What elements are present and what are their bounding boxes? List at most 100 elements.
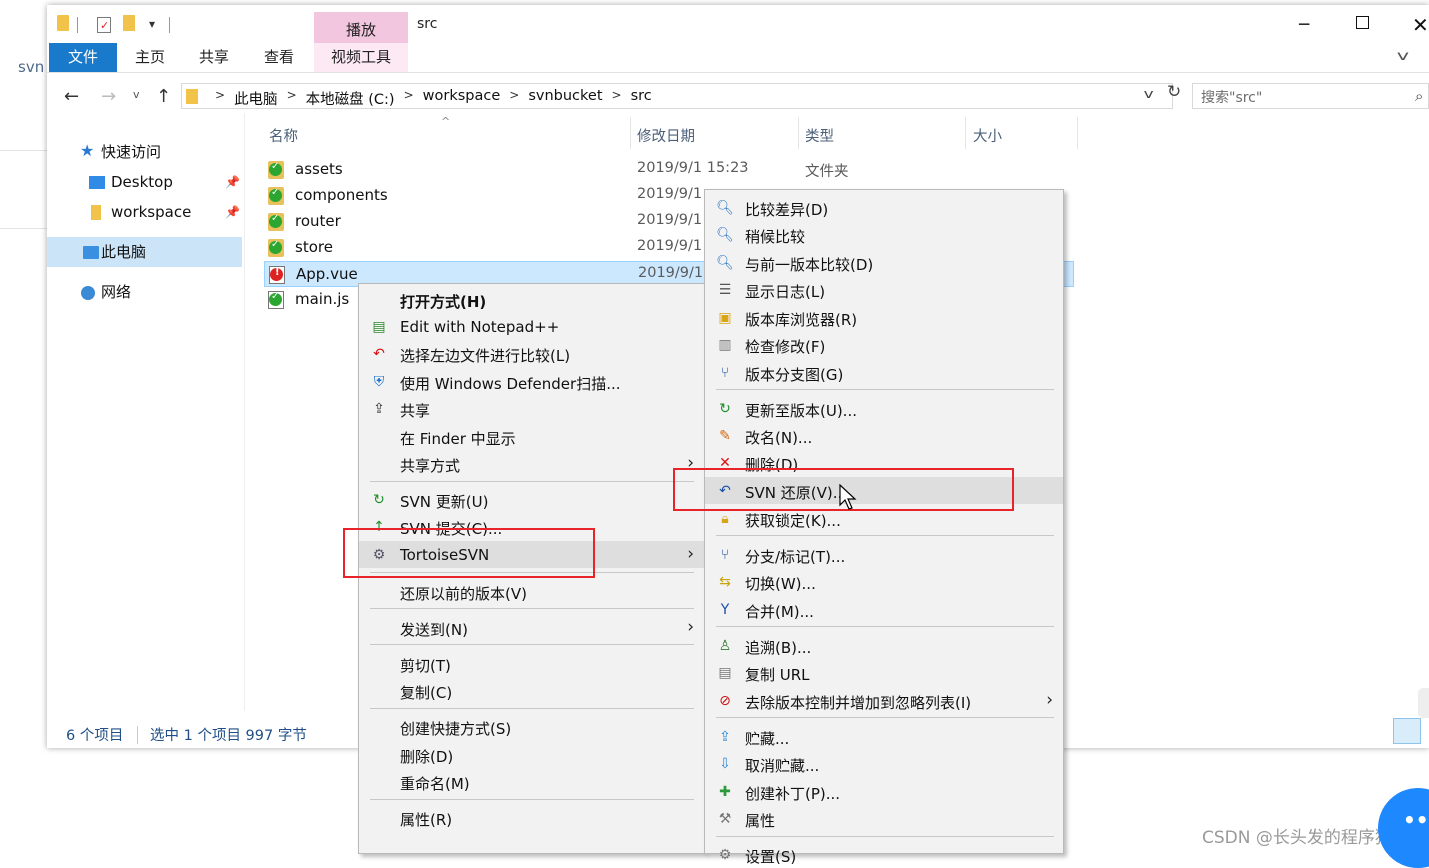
menu-item-copy[interactable]: 复制(C) — [359, 677, 704, 704]
menu-item-svn-update[interactable]: ↻ SVN 更新(U) — [359, 486, 704, 513]
new-folder-icon[interactable] — [123, 15, 135, 31]
menu-item-label: 取消贮藏... — [745, 757, 820, 775]
svn-item-rename[interactable]: ✎ 改名(N)... — [705, 422, 1063, 449]
tab-share[interactable]: 共享 — [187, 43, 241, 72]
svn-item-shelve[interactable]: ⇪ 贮藏... — [705, 723, 1063, 750]
search-input[interactable]: 搜索"src" — [1201, 87, 1262, 107]
svn-item-properties[interactable]: ⚒ 属性 — [705, 805, 1063, 832]
magnifier-icon: 🔍︎ — [716, 227, 734, 243]
menu-item-create-shortcut[interactable]: 创建快捷方式(S) — [359, 713, 704, 740]
back-arrow-icon[interactable]: ← — [64, 86, 79, 107]
column-size[interactable]: 大小 — [973, 125, 1002, 146]
svn-item-diff-previous[interactable]: 🔍︎ 与前一版本比较(D) — [705, 249, 1063, 276]
breadcrumb-this-pc[interactable]: 此电脑 — [234, 88, 278, 109]
svn-item-repo-browser[interactable]: ▣ 版本库浏览器(R) — [705, 304, 1063, 331]
breadcrumb-src[interactable]: src — [631, 88, 652, 109]
svn-item-show-log[interactable]: ☰ 显示日志(L) — [705, 276, 1063, 303]
menu-item-open-with[interactable]: 打开方式(H) — [359, 286, 704, 313]
menu-divider — [370, 799, 694, 800]
folder-icon[interactable] — [57, 15, 69, 31]
file-name: main.js — [295, 290, 350, 308]
tab-video-tools[interactable]: 视频工具 — [314, 43, 408, 72]
unshelve-icon: ⇩ — [719, 756, 731, 772]
breadcrumb-workspace[interactable]: workspace — [423, 88, 501, 109]
breadcrumb-separator[interactable]: > — [404, 88, 414, 109]
menu-item-label: 与前一版本比较(D) — [745, 256, 874, 274]
properties-check-icon[interactable]: ✓ — [97, 17, 111, 33]
menu-item-label: 选择左边文件进行比较(L) — [400, 347, 571, 365]
quick-access-dropdown-icon[interactable]: ▾ — [149, 17, 155, 31]
menu-item-delete[interactable]: 删除(D) — [359, 741, 704, 768]
svn-item-create-patch[interactable]: ✚ 创建补丁(P)... — [705, 778, 1063, 805]
svn-item-branch-tag[interactable]: ⑂ 分支/标记(T)... — [705, 541, 1063, 568]
breadcrumb-svnbucket[interactable]: svnbucket — [528, 88, 602, 109]
recent-locations-icon[interactable]: v — [133, 88, 140, 101]
nav-workspace[interactable]: workspace 📌 — [47, 197, 242, 227]
menu-item-share-with[interactable]: 共享方式 › — [359, 450, 704, 477]
close-button[interactable]: ✕ — [1412, 13, 1429, 37]
breadcrumb-separator[interactable]: > — [287, 88, 297, 109]
svn-item-diff-later[interactable]: 🔍︎ 稍候比较 — [705, 221, 1063, 248]
menu-item-notepad[interactable]: ▤ Edit with Notepad++ — [359, 313, 704, 340]
minimize-button[interactable]: ─ — [1299, 15, 1309, 35]
svn-item-unshelve[interactable]: ⇩ 取消贮藏... — [705, 750, 1063, 777]
menu-item-properties[interactable]: 属性(R) — [359, 804, 704, 831]
svn-item-revision-graph[interactable]: ⑂ 版本分支图(G) — [705, 359, 1063, 386]
up-arrow-icon[interactable]: ↑ — [156, 86, 171, 107]
menu-item-share[interactable]: ⇪ 共享 — [359, 395, 704, 422]
forward-arrow-icon[interactable]: → — [101, 86, 116, 107]
nav-this-pc[interactable]: 此电脑 — [47, 237, 242, 267]
svn-item-settings[interactable]: ⚙ 设置(S) — [705, 841, 1063, 868]
column-divider[interactable] — [630, 117, 631, 149]
svn-item-check-modifications[interactable]: ▥ 检查修改(F) — [705, 331, 1063, 358]
nav-item-label: 网络 — [101, 283, 132, 301]
column-name[interactable]: 名称 — [269, 125, 298, 146]
svn-item-ignore[interactable]: ⊘ 去除版本控制并增加到忽略列表(I) › — [705, 687, 1063, 714]
nav-network[interactable]: 网络 — [47, 277, 242, 307]
computer-icon — [83, 246, 99, 259]
column-type[interactable]: 类型 — [805, 125, 834, 146]
svn-item-update-revision[interactable]: ↻ 更新至版本(U)... — [705, 395, 1063, 422]
column-divider[interactable] — [798, 117, 799, 149]
address-bar[interactable]: > 此电脑 > 本地磁盘 (C:) > workspace > svnbucke… — [181, 83, 1173, 109]
file-row[interactable]: assets 2019/9/1 15:23 文件夹 — [264, 157, 1074, 183]
details-view-icon[interactable] — [1393, 718, 1421, 744]
search-icon[interactable]: ⌕ — [1415, 87, 1423, 105]
search-box[interactable]: 搜索"src" ⌕ — [1192, 83, 1429, 109]
breadcrumb-separator[interactable]: > — [509, 88, 519, 109]
menu-item-send-to[interactable]: 发送到(N) › — [359, 614, 704, 641]
pin-icon[interactable]: 📌 — [225, 197, 240, 227]
refresh-icon[interactable]: ↻ — [1167, 82, 1181, 102]
magnifier-icon: 🔍︎ — [716, 255, 734, 271]
nav-quick-access[interactable]: ★ 快速访问 — [47, 137, 242, 167]
tab-home[interactable]: 主页 — [123, 43, 177, 72]
svn-item-diff[interactable]: 🔍︎ 比较差异(D) — [705, 194, 1063, 221]
side-scroll-tab[interactable] — [1418, 688, 1429, 718]
tab-view[interactable]: 查看 — [252, 43, 306, 72]
properties-icon: ⚒ — [718, 811, 732, 827]
tab-file[interactable]: 文件 — [49, 43, 117, 72]
breadcrumb-separator[interactable]: > — [612, 88, 622, 109]
menu-item-cut[interactable]: 剪切(T) — [359, 650, 704, 677]
column-date[interactable]: 修改日期 — [637, 125, 695, 146]
pin-icon[interactable]: 📌 — [225, 167, 240, 197]
menu-item-show-in-finder[interactable]: 在 Finder 中显示 — [359, 423, 704, 450]
column-divider[interactable] — [1077, 117, 1078, 149]
maximize-button[interactable] — [1356, 16, 1369, 29]
svn-item-switch[interactable]: ⇆ 切换(W)... — [705, 568, 1063, 595]
breadcrumb-local-disk[interactable]: 本地磁盘 (C:) — [306, 88, 395, 109]
menu-item-compare-left[interactable]: ↶ 选择左边文件进行比较(L) — [359, 340, 704, 367]
svn-item-blame[interactable]: ♙ 追溯(B)... — [705, 632, 1063, 659]
column-divider[interactable] — [965, 117, 966, 149]
menu-item-restore-previous[interactable]: 还原以前的版本(V) — [359, 578, 704, 605]
chevron-right-icon: › — [687, 544, 694, 564]
svn-item-merge[interactable]: Y 合并(M)... — [705, 596, 1063, 623]
menu-item-rename[interactable]: 重命名(M) — [359, 768, 704, 795]
nav-desktop[interactable]: Desktop 📌 — [47, 167, 242, 197]
svn-item-copy-url[interactable]: ▤ 复制 URL — [705, 659, 1063, 686]
address-history-chevron-icon[interactable]: v — [1144, 87, 1154, 101]
menu-item-label: 分支/标记(T)... — [745, 548, 846, 566]
chevron-down-icon[interactable]: v — [1397, 49, 1409, 64]
background-divider — [0, 228, 47, 229]
menu-item-defender[interactable]: ⛨ 使用 Windows Defender扫描... — [359, 368, 704, 395]
